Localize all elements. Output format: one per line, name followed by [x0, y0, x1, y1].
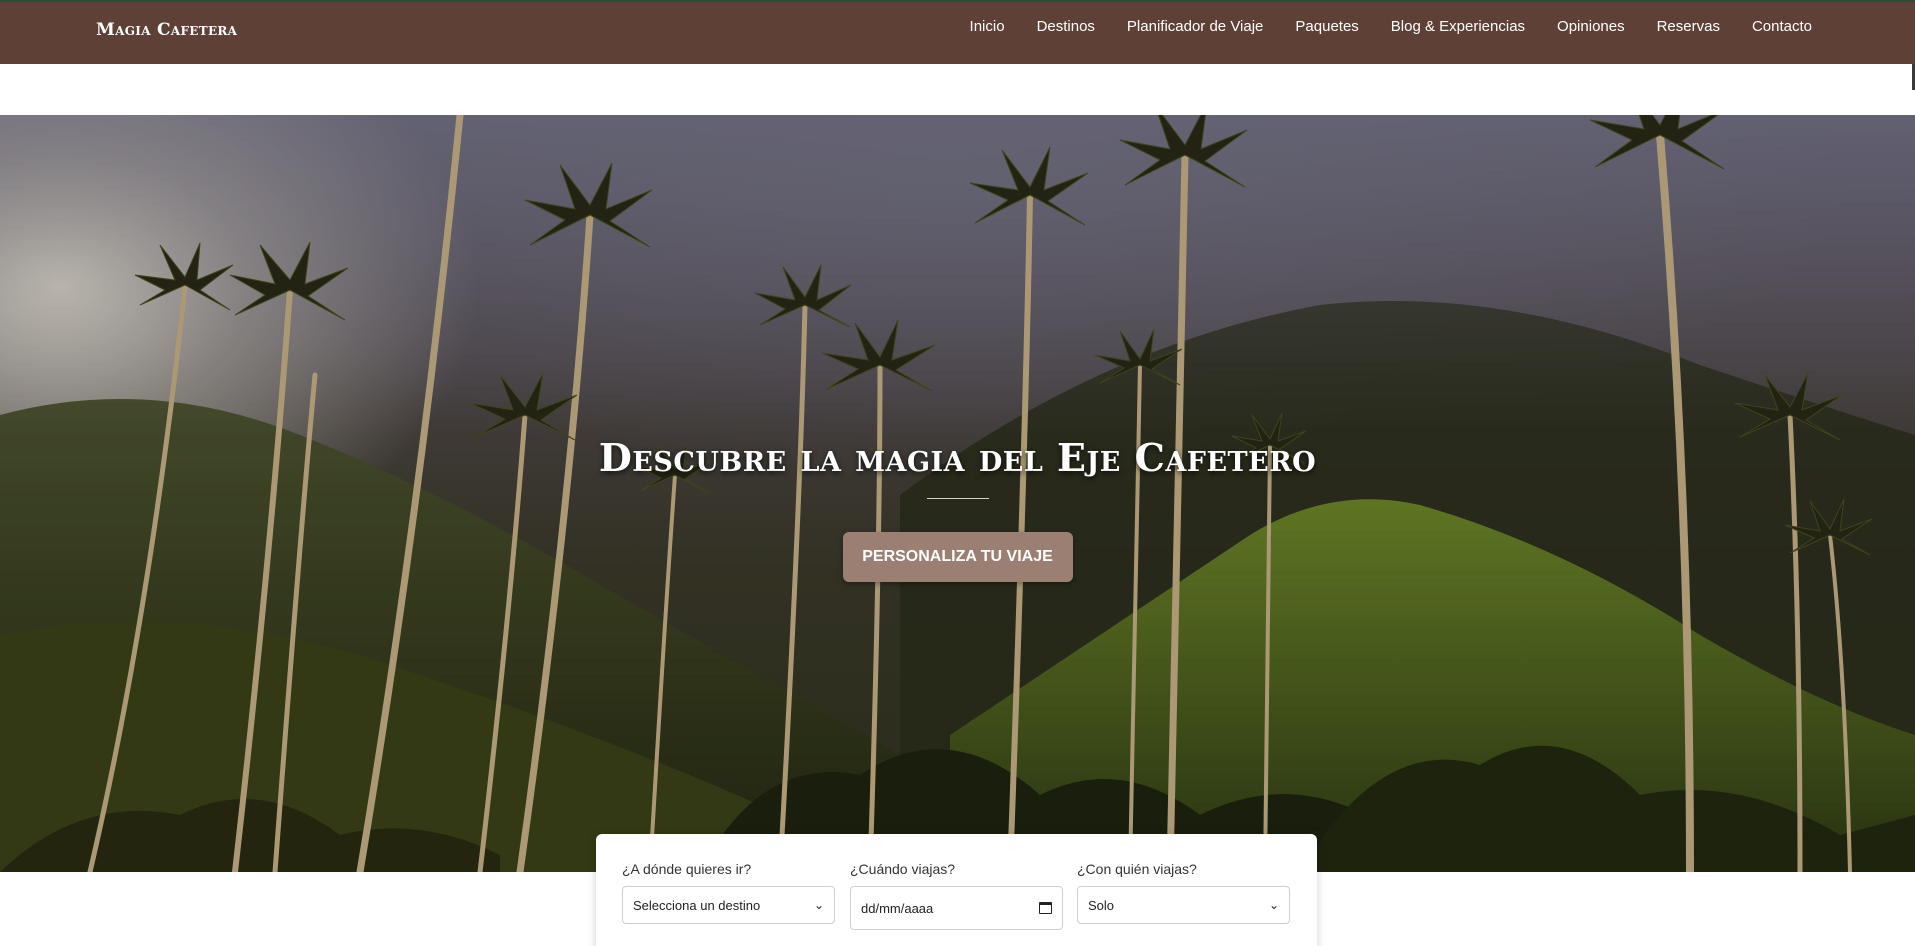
date-input[interactable]: dd/mm/aaaa [850, 886, 1063, 930]
hero-title: Descubre la magia del Eje Cafetero [598, 435, 1317, 480]
hero-divider [926, 498, 989, 499]
companions-field: ¿Con quién viajas? Solo ⌄ [1077, 861, 1290, 924]
destination-select-value: Selecciona un destino [633, 897, 761, 913]
nav-link-inicio[interactable]: Inicio [954, 18, 1021, 35]
nav-link-blog[interactable]: Blog & Experiencias [1375, 18, 1541, 35]
brand-logo[interactable]: Magia Cafetera [96, 20, 237, 40]
companions-label: ¿Con quién viajas? [1077, 861, 1197, 877]
nav-link-paquetes[interactable]: Paquetes [1279, 18, 1374, 35]
trip-search-form: ¿A dónde quieres ir? Selecciona un desti… [596, 834, 1317, 946]
hero-content: Descubre la magia del Eje Cafetero Perso… [0, 435, 1915, 582]
nav-link-planificador[interactable]: Planificador de Viaje [1111, 18, 1279, 35]
nav-link-reservas[interactable]: Reservas [1641, 18, 1736, 35]
destination-field: ¿A dónde quieres ir? Selecciona un desti… [622, 861, 835, 924]
date-input-value: dd/mm/aaaa [861, 900, 934, 916]
calendar-icon[interactable] [1039, 902, 1052, 914]
nav-link-destinos[interactable]: Destinos [1021, 18, 1111, 35]
destination-label: ¿A dónde quieres ir? [622, 861, 752, 877]
personalize-trip-button[interactable]: Personaliza tu viaje [842, 532, 1073, 582]
companions-select-value: Solo [1088, 897, 1115, 913]
hero-section: Descubre la magia del Eje Cafetero Perso… [0, 115, 1915, 872]
chevron-down-icon: ⌄ [1268, 898, 1279, 912]
nav-link-contacto[interactable]: Contacto [1736, 18, 1812, 35]
top-navbar: Magia Cafetera Inicio Destinos Planifica… [0, 0, 1915, 64]
chevron-down-icon: ⌄ [813, 898, 824, 912]
date-label: ¿Cuándo viajas? [850, 861, 956, 877]
main-nav: Inicio Destinos Planificador de Viaje Pa… [954, 18, 1812, 35]
destination-select[interactable]: Selecciona un destino ⌄ [622, 886, 835, 924]
page: Magia Cafetera Inicio Destinos Planifica… [0, 0, 1915, 946]
nav-link-opiniones[interactable]: Opiniones [1541, 18, 1641, 35]
companions-select[interactable]: Solo ⌄ [1077, 886, 1290, 924]
date-field: ¿Cuándo viajas? dd/mm/aaaa [850, 861, 1063, 930]
